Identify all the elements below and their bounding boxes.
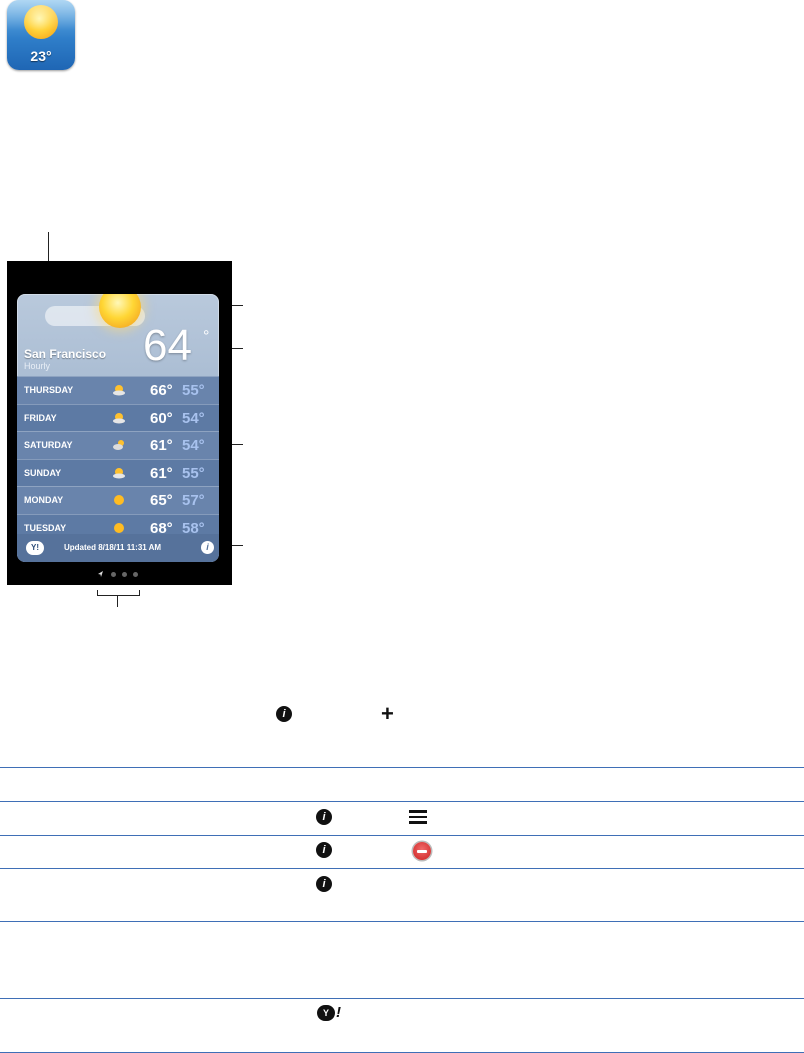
forecast-row: FRIDAY 60° 54° xyxy=(17,403,219,431)
sun-icon xyxy=(114,522,124,533)
degree-symbol: ° xyxy=(203,328,210,345)
low-temp: 57° xyxy=(182,492,205,509)
high-temp: 61° xyxy=(150,437,173,454)
page-indicator[interactable] xyxy=(97,570,142,580)
forecast-day: THURSDAY xyxy=(24,385,74,395)
weather-app-icon[interactable]: 23° xyxy=(7,0,75,70)
yahoo-bang: ! xyxy=(336,1004,341,1021)
page-dot xyxy=(133,572,138,577)
info-icon: i xyxy=(316,842,332,858)
plus-icon: + xyxy=(381,701,394,726)
sun-cloud-icon xyxy=(113,412,125,423)
forecast-day: SUNDAY xyxy=(24,467,62,478)
forecast-row: THURSDAY 66° 55° xyxy=(17,376,219,404)
location-arrow-icon xyxy=(98,571,103,577)
low-temp: 55° xyxy=(182,382,205,399)
city-name: San Francisco xyxy=(24,347,107,361)
sun-icon xyxy=(114,495,124,505)
info-icon: i xyxy=(316,876,332,892)
current-temperature: 64 xyxy=(143,321,192,370)
table-rule xyxy=(0,835,804,836)
high-temp: 66° xyxy=(150,382,173,399)
high-temp: 60° xyxy=(150,409,173,427)
forecast-row: SATURDAY 61° 54° xyxy=(17,431,219,459)
forecast-list: THURSDAY 66° 55° FRIDAY 60° 54° SATURDAY… xyxy=(17,376,219,541)
info-icon[interactable]: i xyxy=(201,541,214,554)
forecast-day: SATURDAY xyxy=(24,440,73,450)
forecast-day: MONDAY xyxy=(24,495,64,505)
callout-bracket xyxy=(97,595,140,596)
callout-line xyxy=(117,595,118,607)
app-icon-temperature: 23° xyxy=(30,48,52,64)
page-dot xyxy=(111,572,116,577)
page-dot xyxy=(122,572,127,577)
high-temp: 61° xyxy=(150,464,173,482)
yahoo-icon: Y ! xyxy=(317,1004,345,1021)
table-rule xyxy=(0,998,804,999)
yahoo-ball: Y xyxy=(317,1005,335,1021)
table-rule xyxy=(0,767,804,768)
info-icon: i xyxy=(276,706,292,722)
low-temp: 54° xyxy=(182,409,205,427)
sun-cloud-icon xyxy=(113,385,125,396)
forecast-row: MONDAY 65° 57° xyxy=(17,486,219,514)
delete-icon xyxy=(413,842,431,860)
hourly-link[interactable]: Hourly xyxy=(24,361,50,371)
table-rule xyxy=(0,801,804,802)
forecast-day: FRIDAY xyxy=(24,412,57,423)
reorder-icon xyxy=(409,810,427,824)
forecast-row: SUNDAY 61° 55° xyxy=(17,458,219,486)
cloud-sun-icon xyxy=(113,440,124,450)
updated-timestamp: Updated 8/18/11 11:31 AM xyxy=(64,543,162,552)
weather-card[interactable]: San Francisco Hourly 64 ° THURSDAY 66° 5… xyxy=(17,294,219,562)
low-temp: 55° xyxy=(182,464,205,482)
card-footer: Y! Updated 8/18/11 11:31 AM i xyxy=(17,534,219,562)
forecast-day: TUESDAY xyxy=(24,522,67,533)
high-temp: 65° xyxy=(150,492,173,509)
table-rule xyxy=(0,921,804,922)
yahoo-icon[interactable]: Y! xyxy=(26,541,44,555)
info-icon: i xyxy=(316,809,332,825)
table-rule xyxy=(0,868,804,869)
sun-cloud-icon xyxy=(113,467,125,478)
low-temp: 54° xyxy=(182,437,205,454)
